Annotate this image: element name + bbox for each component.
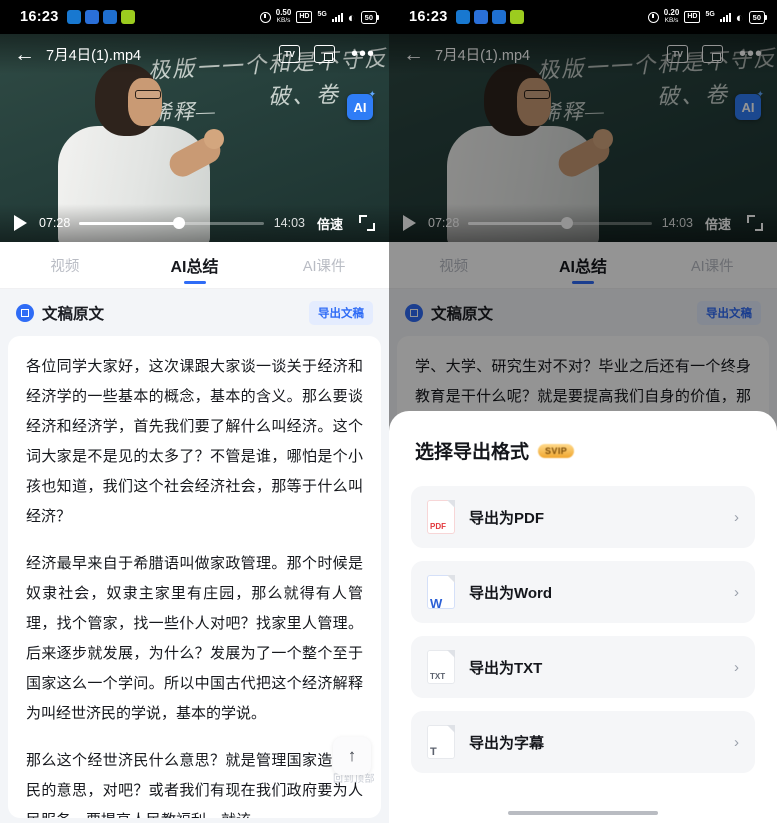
alarm-clock-icon	[647, 11, 659, 23]
status-bar-app-icons	[455, 10, 524, 24]
tab-ai-summary[interactable]: AI总结	[130, 242, 260, 288]
transcript-card-header: 文稿原文 导出文稿	[8, 299, 381, 336]
network-speed-unit: KB/s	[276, 17, 291, 24]
transcript-paragraph: 各位同学大家好，这次课跟大家谈一谈关于经济和经济学的一些基本的概念，基本的含义。…	[26, 358, 363, 525]
txt-file-tag: TXT	[430, 672, 446, 681]
ai-assistant-button[interactable]: AI	[347, 89, 376, 120]
progress-knob[interactable]	[172, 217, 185, 229]
wifi-icon: ◐	[347, 9, 356, 25]
status-bar-app-icons	[66, 10, 135, 24]
export-option-label: 导出为PDF	[469, 509, 545, 527]
export-sheet-title: 选择导出格式	[415, 442, 530, 463]
video-controls-bar: 07:28 14:03 倍速	[0, 204, 389, 242]
fullscreen-icon[interactable]	[359, 215, 375, 231]
export-option-label: 导出为Word	[469, 584, 553, 602]
battery-icon: 50	[360, 10, 380, 24]
pdf-file-icon: PDF	[427, 500, 455, 534]
transcript-paragraph: 那么这个经世济民什么意思？就是管理国家造福人民的意思，对吧？或者我们有现在我们政…	[26, 752, 363, 818]
messenger-icon	[84, 10, 99, 24]
export-transcript-button[interactable]: 导出文稿	[309, 301, 373, 325]
wifi-icon: ◐	[735, 9, 744, 25]
arrow-up-icon: ↑	[347, 746, 357, 765]
hd-badge-icon: HD	[684, 11, 701, 23]
export-sheet-header: 选择导出格式 SVIP	[411, 437, 755, 464]
video-header-bar: ← 7月4日(1).mp4 TV •••	[0, 34, 389, 74]
signal-bars-icon	[719, 12, 731, 22]
subtitle-file-icon: T	[427, 725, 455, 759]
battery-icon: 50	[748, 10, 768, 24]
network-type-label: 5G	[317, 10, 327, 18]
status-bar-time: 16:23	[409, 9, 448, 25]
scroll-to-top-button[interactable]: ↑	[333, 737, 371, 775]
export-option-subtitle[interactable]: T 导出为字幕 ›	[411, 711, 755, 773]
more-options-icon[interactable]: •••	[351, 44, 375, 64]
cast-tv-icon[interactable]: TV	[278, 45, 300, 63]
transcript-body[interactable]: 各位同学大家好，这次课跟大家谈一谈关于经济和经济学的一些基本的概念，基本的含义。…	[8, 336, 381, 818]
chevron-right-icon: ›	[734, 508, 739, 526]
export-format-sheet: 选择导出格式 SVIP PDF 导出为PDF › W 导出为Word › TXT	[389, 411, 777, 823]
phone-screen-right: 16:23 0.20 KB/s HD 5G ◐ 50 极版一一	[389, 0, 777, 823]
pdf-file-tag: PDF	[430, 522, 446, 531]
signal-bars-icon	[331, 12, 343, 22]
export-option-txt[interactable]: TXT 导出为TXT ›	[411, 636, 755, 698]
hd-badge-icon: HD	[296, 11, 313, 23]
txt-file-icon: TXT	[427, 650, 455, 684]
video-icon	[491, 10, 506, 24]
network-speed-unit: KB/s	[664, 17, 679, 24]
alarm-clock-icon	[259, 11, 271, 23]
home-indicator	[508, 811, 658, 815]
transcript-section: 文稿原文 导出文稿 各位同学大家好，这次课跟大家谈一谈关于经济和经济学的一些基本…	[0, 289, 389, 823]
dual-screenshot-container: 16:23 0.50 KB/s HD 5G ◐ 50 极版一一	[0, 0, 777, 823]
video-player[interactable]: 极版一一个和是不守反·水 破、卷 稀释— AI ← 7月4日(1).mp4 TV…	[0, 34, 389, 242]
network-speed: 0.50 KB/s	[276, 9, 292, 25]
chevron-right-icon: ›	[734, 733, 739, 751]
play-button[interactable]	[14, 215, 27, 231]
current-time-label: 07:28	[39, 216, 71, 230]
subtitle-file-tag: T	[430, 746, 437, 758]
wallet-icon	[509, 10, 524, 24]
progress-fill	[79, 221, 179, 225]
browser-icon	[455, 10, 470, 24]
network-speed-value: 0.50	[275, 8, 292, 17]
chevron-right-icon: ›	[734, 658, 739, 676]
status-bar-right: 16:23 0.20 KB/s HD 5G ◐ 50	[389, 0, 777, 34]
tab-bar-left: 视频 AI总结 AI课件	[0, 242, 389, 289]
messenger-icon	[473, 10, 488, 24]
back-icon[interactable]: ←	[14, 44, 35, 65]
export-option-label: 导出为TXT	[469, 659, 543, 677]
network-speed: 0.20 KB/s	[664, 9, 680, 25]
video-title: 7月4日(1).mp4	[46, 47, 142, 64]
export-option-label: 导出为字幕	[469, 734, 545, 752]
tab-ai-courseware[interactable]: AI课件	[259, 242, 389, 288]
wallet-icon	[120, 10, 135, 24]
status-bar-time: 16:23	[20, 9, 59, 25]
playback-speed-button[interactable]: 倍速	[317, 214, 343, 233]
chevron-right-icon: ›	[734, 583, 739, 601]
export-option-pdf[interactable]: PDF 导出为PDF ›	[411, 486, 755, 548]
svip-badge: SVIP	[538, 443, 575, 458]
chalkboard-text-line2: 破、卷	[267, 81, 341, 110]
transcript-title: 文稿原文	[42, 306, 105, 323]
status-bar-indicators: 0.20 KB/s HD 5G ◐ 50	[647, 9, 768, 25]
word-file-tag: W	[430, 596, 443, 611]
tab-video[interactable]: 视频	[0, 242, 130, 288]
total-time-label: 14:03	[273, 216, 305, 230]
teacher-face	[128, 78, 162, 126]
phone-screen-left: 16:23 0.50 KB/s HD 5G ◐ 50 极版一一	[0, 0, 389, 823]
network-type-label: 5G	[705, 10, 715, 18]
export-option-word[interactable]: W 导出为Word ›	[411, 561, 755, 623]
video-icon	[102, 10, 117, 24]
network-speed-value: 0.20	[663, 8, 680, 17]
teacher-hand	[204, 129, 224, 149]
status-bar-indicators: 0.50 KB/s HD 5G ◐ 50	[259, 9, 380, 25]
progress-slider[interactable]	[79, 217, 264, 229]
teacher-glasses	[135, 90, 161, 99]
status-bar-left: 16:23 0.50 KB/s HD 5G ◐ 50	[0, 0, 389, 34]
picture-in-picture-icon[interactable]	[313, 45, 335, 63]
browser-icon	[66, 10, 81, 24]
transcript-paragraph: 经济最早来自于希腊语叫做家政管理。那个时候是奴隶社会，奴隶主家里有庄园，那么就得…	[26, 555, 363, 722]
word-file-icon: W	[427, 575, 455, 611]
document-icon	[16, 304, 34, 322]
